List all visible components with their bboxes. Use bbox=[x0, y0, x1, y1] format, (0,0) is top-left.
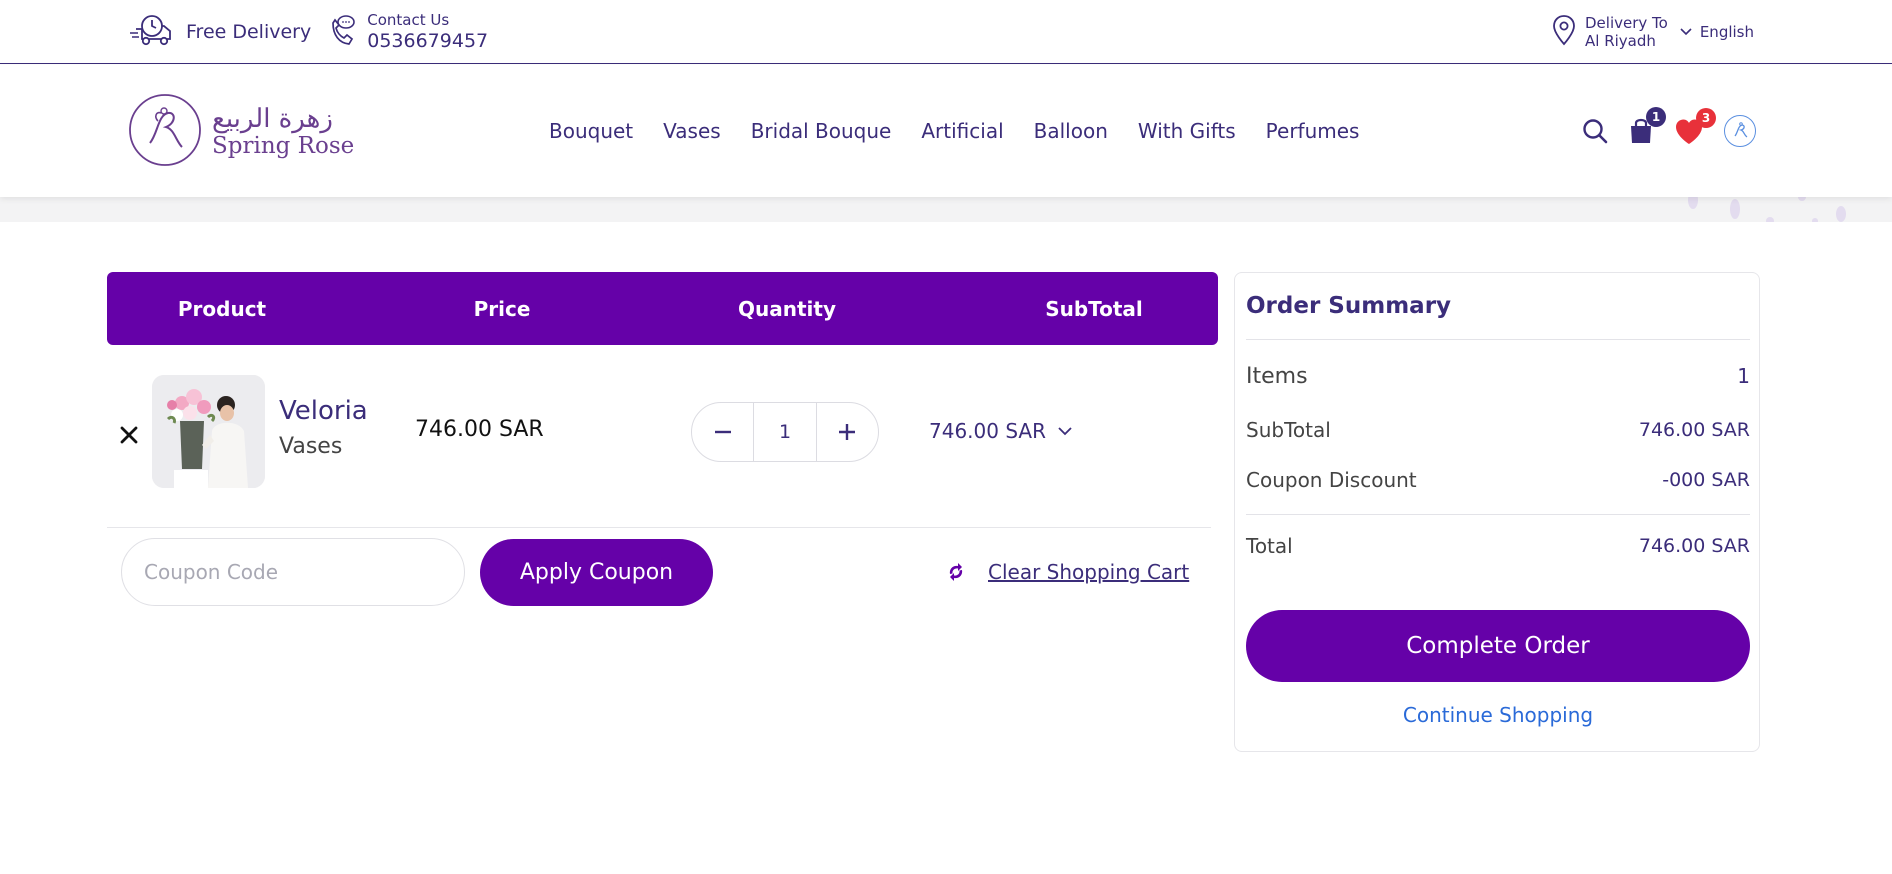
logo[interactable]: زهرة الربيع Spring Rose bbox=[128, 93, 354, 171]
coupon-code-input[interactable] bbox=[121, 538, 465, 606]
contact-label: Contact Us bbox=[367, 10, 450, 29]
summary-subtotal-row: SubTotal 746.00 SAR bbox=[1246, 413, 1750, 447]
cart-table-header: Product Price Quantity SubTotal bbox=[107, 272, 1218, 345]
chevron-down-icon bbox=[1680, 28, 1692, 36]
nav-item-perfumes[interactable]: Perfumes bbox=[1266, 119, 1360, 143]
chevron-down-icon bbox=[1058, 426, 1072, 435]
location-pin-icon bbox=[1551, 13, 1577, 51]
main-nav: Bouquet Vases Bridal Bouque Artificial B… bbox=[549, 65, 1389, 197]
product-subtotal: 746.00 SAR bbox=[929, 419, 1046, 443]
divider bbox=[1246, 339, 1750, 340]
summary-discount-row: Coupon Discount -000 SAR bbox=[1246, 463, 1750, 497]
contact-info: Contact Us 0536679457 bbox=[367, 12, 488, 52]
page-banner-strip bbox=[0, 197, 1892, 222]
items-label: Items bbox=[1246, 363, 1308, 389]
language-label: English bbox=[1699, 23, 1754, 41]
decorative-dot bbox=[1730, 199, 1740, 219]
logo-text: زهرة الربيع Spring Rose bbox=[212, 104, 355, 159]
clear-shopping-cart[interactable]: Clear Shopping Cart bbox=[946, 560, 1189, 584]
delivery-location[interactable]: Delivery To Al Riyadh bbox=[1551, 13, 1668, 51]
nav-item-vases[interactable]: Vases bbox=[663, 119, 721, 143]
wishlist-button[interactable]: 3 bbox=[1674, 107, 1716, 145]
logo-english: Spring Rose bbox=[212, 132, 355, 159]
clear-cart-label: Clear Shopping Cart bbox=[988, 560, 1190, 584]
product-name[interactable]: Veloria bbox=[279, 396, 368, 426]
decorative-dot bbox=[1688, 197, 1698, 209]
complete-order-button[interactable]: Complete Order bbox=[1246, 610, 1750, 682]
delivery-city: Al Riyadh bbox=[1585, 32, 1656, 50]
free-delivery-label: Free Delivery bbox=[186, 21, 312, 43]
product-image[interactable] bbox=[152, 375, 265, 488]
product-category: Vases bbox=[279, 434, 343, 459]
delivery-to-label: Delivery To bbox=[1585, 14, 1668, 32]
language-selector[interactable]: English bbox=[1680, 23, 1754, 41]
top-bar-left: Free Delivery Contact Us 0536679457 bbox=[128, 0, 488, 64]
summary-items-row: Items 1 bbox=[1246, 359, 1750, 393]
top-bar-right: Delivery To Al Riyadh English bbox=[1551, 0, 1754, 64]
top-bar: Free Delivery Contact Us 0536679457 Deli… bbox=[0, 0, 1892, 64]
column-header-subtotal: SubTotal bbox=[1045, 296, 1143, 321]
user-profile-icon bbox=[1734, 122, 1748, 138]
coupon-discount-label: Coupon Discount bbox=[1246, 468, 1417, 492]
decorative-dot bbox=[1798, 197, 1806, 201]
user-avatar[interactable] bbox=[1724, 115, 1756, 147]
main-header: زهرة الربيع Spring Rose Bouquet Vases Br… bbox=[0, 65, 1892, 197]
nav-item-bridal-bouque[interactable]: Bridal Bouque bbox=[751, 119, 892, 143]
contact-us[interactable]: Contact Us 0536679457 bbox=[325, 12, 488, 52]
delivery-info: Delivery To Al Riyadh bbox=[1585, 14, 1668, 50]
increase-quantity-button[interactable] bbox=[817, 403, 878, 461]
cart-button[interactable]: 1 bbox=[1628, 107, 1666, 145]
product-price: 746.00 SAR bbox=[415, 417, 544, 442]
logo-arabic: زهرة الربيع bbox=[212, 104, 333, 135]
product-subtotal-toggle[interactable]: 746.00 SAR bbox=[929, 419, 1072, 443]
divider bbox=[1246, 514, 1750, 515]
close-icon bbox=[120, 426, 138, 444]
delivery-truck-icon bbox=[128, 13, 178, 51]
column-header-quantity: Quantity bbox=[738, 296, 836, 321]
decorative-dot bbox=[1836, 206, 1846, 222]
search-icon[interactable] bbox=[1582, 118, 1608, 144]
items-value: 1 bbox=[1737, 364, 1750, 388]
continue-shopping-link[interactable]: Continue Shopping bbox=[1235, 703, 1761, 727]
summary-total-row: Total 746.00 SAR bbox=[1246, 529, 1750, 563]
coupon-discount-value: -000 SAR bbox=[1662, 469, 1750, 491]
header-actions: 1 3 bbox=[1562, 65, 1756, 197]
contact-phone[interactable]: 0536679457 bbox=[367, 31, 488, 52]
apply-coupon-button[interactable]: Apply Coupon bbox=[480, 539, 713, 606]
logo-emblem-icon bbox=[128, 93, 202, 171]
free-delivery: Free Delivery bbox=[128, 13, 325, 51]
decrease-quantity-button[interactable] bbox=[692, 403, 753, 461]
total-label: Total bbox=[1246, 534, 1293, 558]
nav-item-artificial[interactable]: Artificial bbox=[921, 119, 1003, 143]
refresh-icon bbox=[949, 563, 963, 581]
decorative-dot bbox=[1766, 217, 1774, 222]
cart-row: Veloria Vases 746.00 SAR 1 746.00 SAR bbox=[107, 368, 1211, 528]
total-value: 746.00 SAR bbox=[1638, 535, 1750, 557]
remove-item-button[interactable] bbox=[111, 417, 147, 453]
cart-count-badge: 1 bbox=[1646, 107, 1666, 127]
subtotal-value: 746.00 SAR bbox=[1638, 419, 1750, 441]
nav-item-with-gifts[interactable]: With Gifts bbox=[1138, 119, 1236, 143]
phone-chat-icon bbox=[325, 13, 359, 51]
subtotal-label: SubTotal bbox=[1246, 418, 1331, 442]
decorative-dot bbox=[1812, 218, 1818, 222]
nav-item-bouquet[interactable]: Bouquet bbox=[549, 119, 633, 143]
order-summary: Order Summary Items 1 SubTotal 746.00 SA… bbox=[1234, 272, 1760, 752]
minus-icon bbox=[714, 430, 731, 434]
wishlist-count-badge: 3 bbox=[1696, 107, 1716, 128]
plus-icon bbox=[839, 424, 856, 440]
quantity-value[interactable]: 1 bbox=[753, 403, 817, 461]
nav-item-balloon[interactable]: Balloon bbox=[1034, 119, 1108, 143]
column-header-product: Product bbox=[177, 296, 267, 321]
order-summary-title: Order Summary bbox=[1246, 293, 1452, 319]
quantity-stepper: 1 bbox=[691, 402, 879, 462]
column-header-price: Price bbox=[473, 296, 531, 321]
